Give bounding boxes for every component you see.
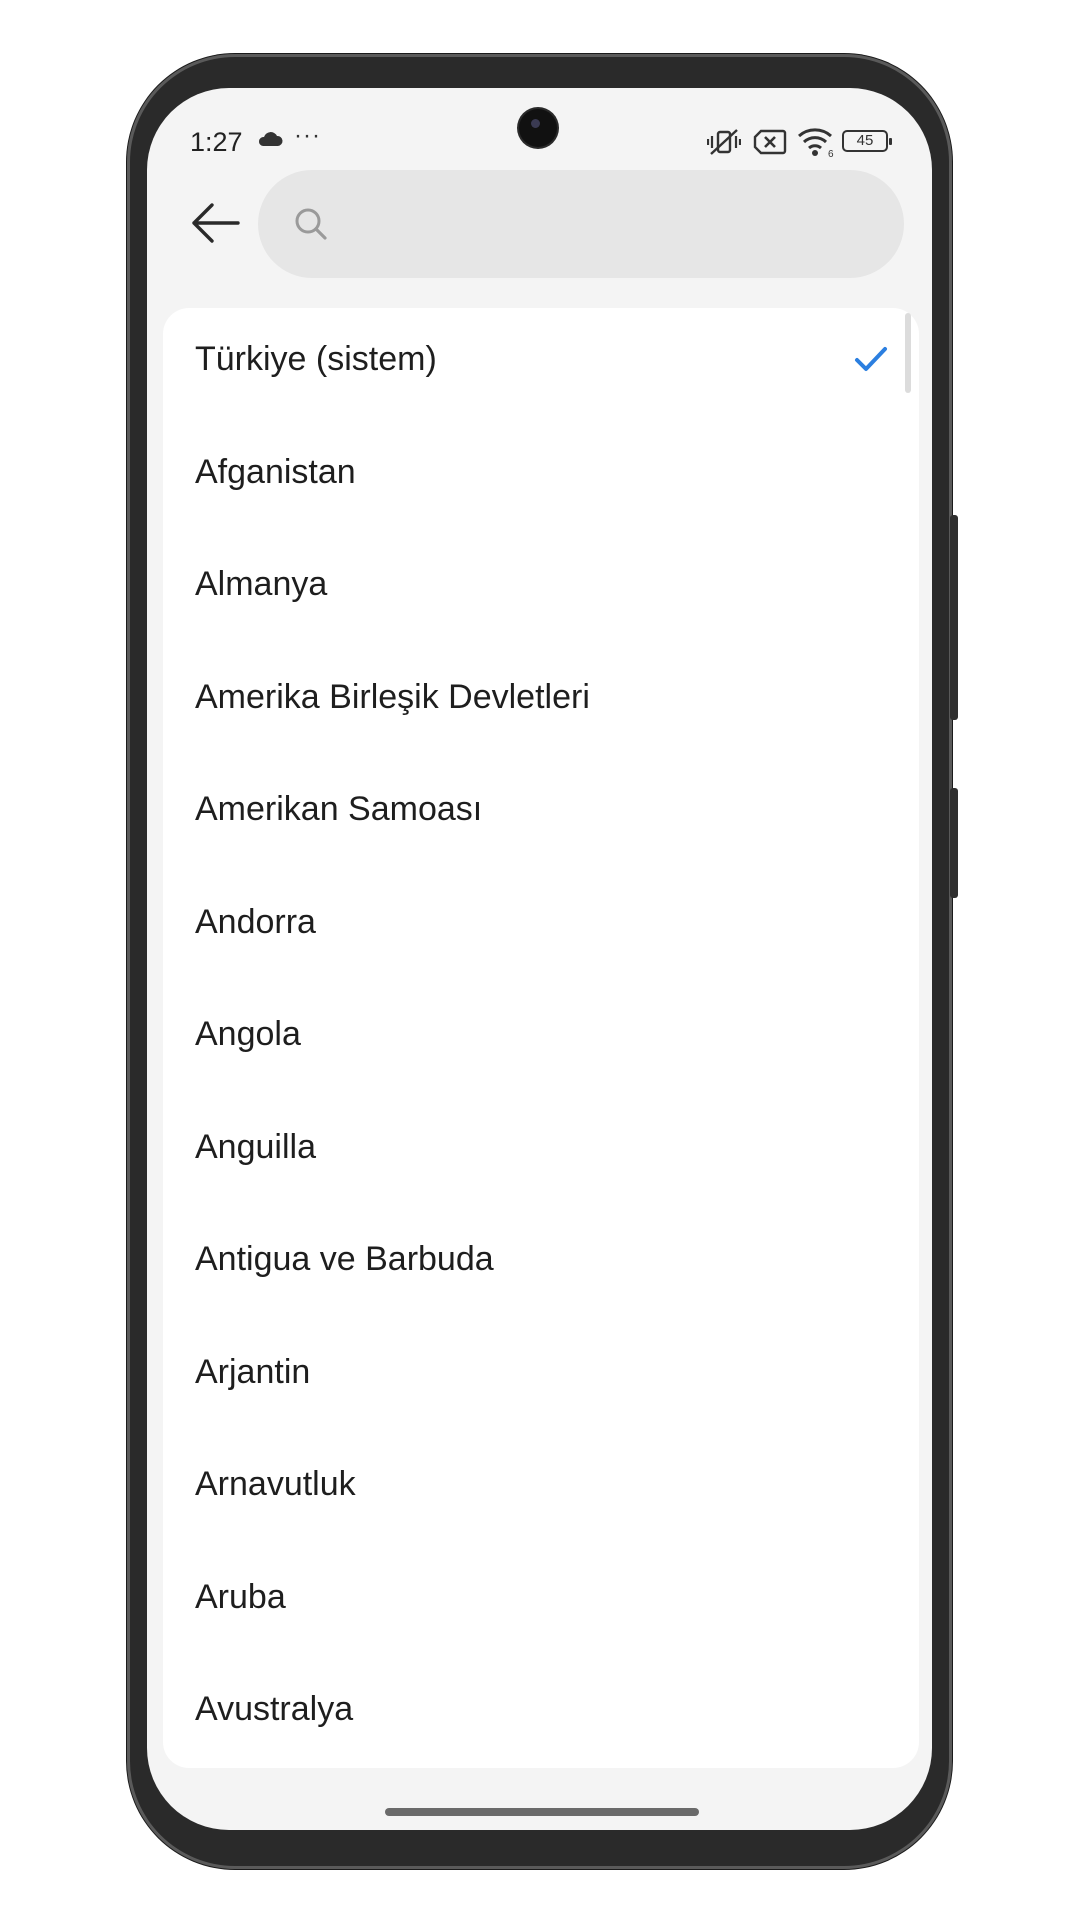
battery-level: 45 [856,132,874,149]
volume-button [950,515,958,720]
power-button [950,788,958,898]
country-label: Antigua ve Barbuda [195,1240,494,1278]
cloud-icon [258,132,283,146]
status-time: 1:27 [190,127,243,157]
list-item-selected[interactable]: Türkiye (sistem) [163,308,919,420]
list-item[interactable]: Anguilla [163,1096,919,1208]
search-icon [295,208,327,240]
scrollbar[interactable] [905,313,911,393]
no-sim-icon [753,129,787,155]
search-input[interactable] [342,194,862,254]
country-label: Afganistan [195,452,356,491]
list-item[interactable]: Angola [163,983,919,1095]
list-item[interactable]: Afganistan [163,421,919,533]
list-item[interactable]: Andorra [163,871,919,983]
check-icon [855,347,887,371]
country-label: Amerikan Samoası [195,790,483,828]
list-item[interactable]: Amerikan Samoası [163,758,919,870]
list-item[interactable]: Arnavutluk [163,1433,919,1545]
country-label: Arjantin [195,1352,311,1391]
back-button[interactable] [188,198,244,248]
list-item[interactable]: Aruba [163,1546,919,1658]
search-bar[interactable] [258,170,904,278]
front-camera [519,109,557,147]
arrow-left-icon [192,203,240,243]
country-label: Amerika Birleşik Devletleri [195,677,590,716]
list-item[interactable]: Arjantin [163,1321,919,1433]
list-item[interactable]: Avustralya [163,1658,919,1768]
country-label: Andorra [195,902,316,941]
country-label: Avustralya [195,1690,354,1728]
country-label: Angola [195,1015,301,1053]
country-label: Türkiye (sistem) [195,340,437,378]
list-item[interactable]: Amerika Birleşik Devletleri [163,646,919,758]
vibrate-off-icon [707,129,741,155]
country-label: Arnavutluk [195,1465,356,1503]
list-item[interactable]: Almanya [163,533,919,645]
list-item[interactable]: Antigua ve Barbuda [163,1208,919,1320]
svg-text:6: 6 [828,149,834,158]
battery-icon: 45 [842,130,892,152]
country-label: Anguilla [195,1127,316,1166]
home-indicator[interactable] [385,1808,699,1816]
country-label: Almanya [195,565,328,603]
country-list: Türkiye (sistem) Afganistan Almanya Amerika… [163,308,919,1768]
wifi-icon: 6 [798,128,834,158]
country-label: Aruba [195,1577,286,1616]
status-more: ··· [294,122,321,149]
